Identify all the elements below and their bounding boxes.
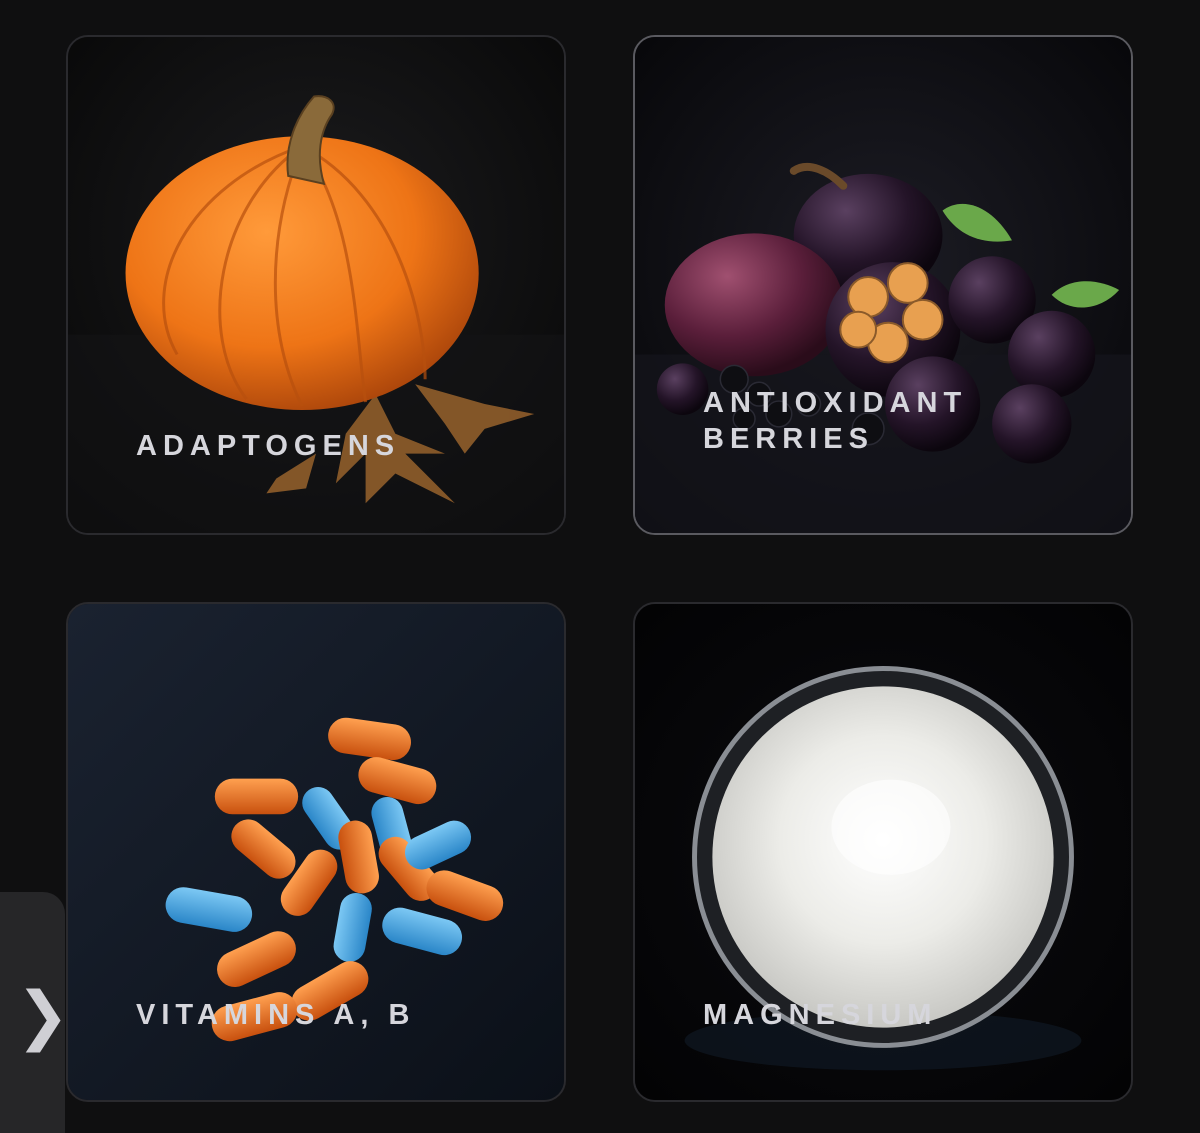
berries-image xyxy=(635,37,1131,533)
category-grid-page: ADAPTOGENS ANTIOXIDANT BERRIES VITAMINS … xyxy=(0,0,1200,1133)
card-label: MAGNESIUM xyxy=(703,997,937,1033)
category-card-magnesium[interactable]: MAGNESIUM xyxy=(633,602,1133,1102)
card-label-line: ANTIOXIDANT xyxy=(703,387,968,419)
card-label: ADAPTOGENS xyxy=(136,428,400,464)
card-label-line: BERRIES xyxy=(703,423,874,455)
card-label: ANTIOXIDANT BERRIES xyxy=(703,385,967,457)
category-card-vitamins-a-b[interactable]: VITAMINS A, B xyxy=(66,602,566,1102)
category-card-antioxidant-berries[interactable]: ANTIOXIDANT BERRIES xyxy=(633,35,1133,535)
card-label-line: ADAPTOGENS xyxy=(136,430,401,462)
chevron-right-icon: ❯ xyxy=(16,979,70,1053)
card-label-line: MAGNESIUM xyxy=(703,999,938,1031)
side-panel-toggle[interactable]: ❯ xyxy=(0,892,70,1133)
category-card-adaptogens[interactable]: ADAPTOGENS xyxy=(66,35,566,535)
card-label-line: VITAMINS A, B xyxy=(136,999,416,1031)
card-label: VITAMINS A, B xyxy=(136,997,415,1033)
